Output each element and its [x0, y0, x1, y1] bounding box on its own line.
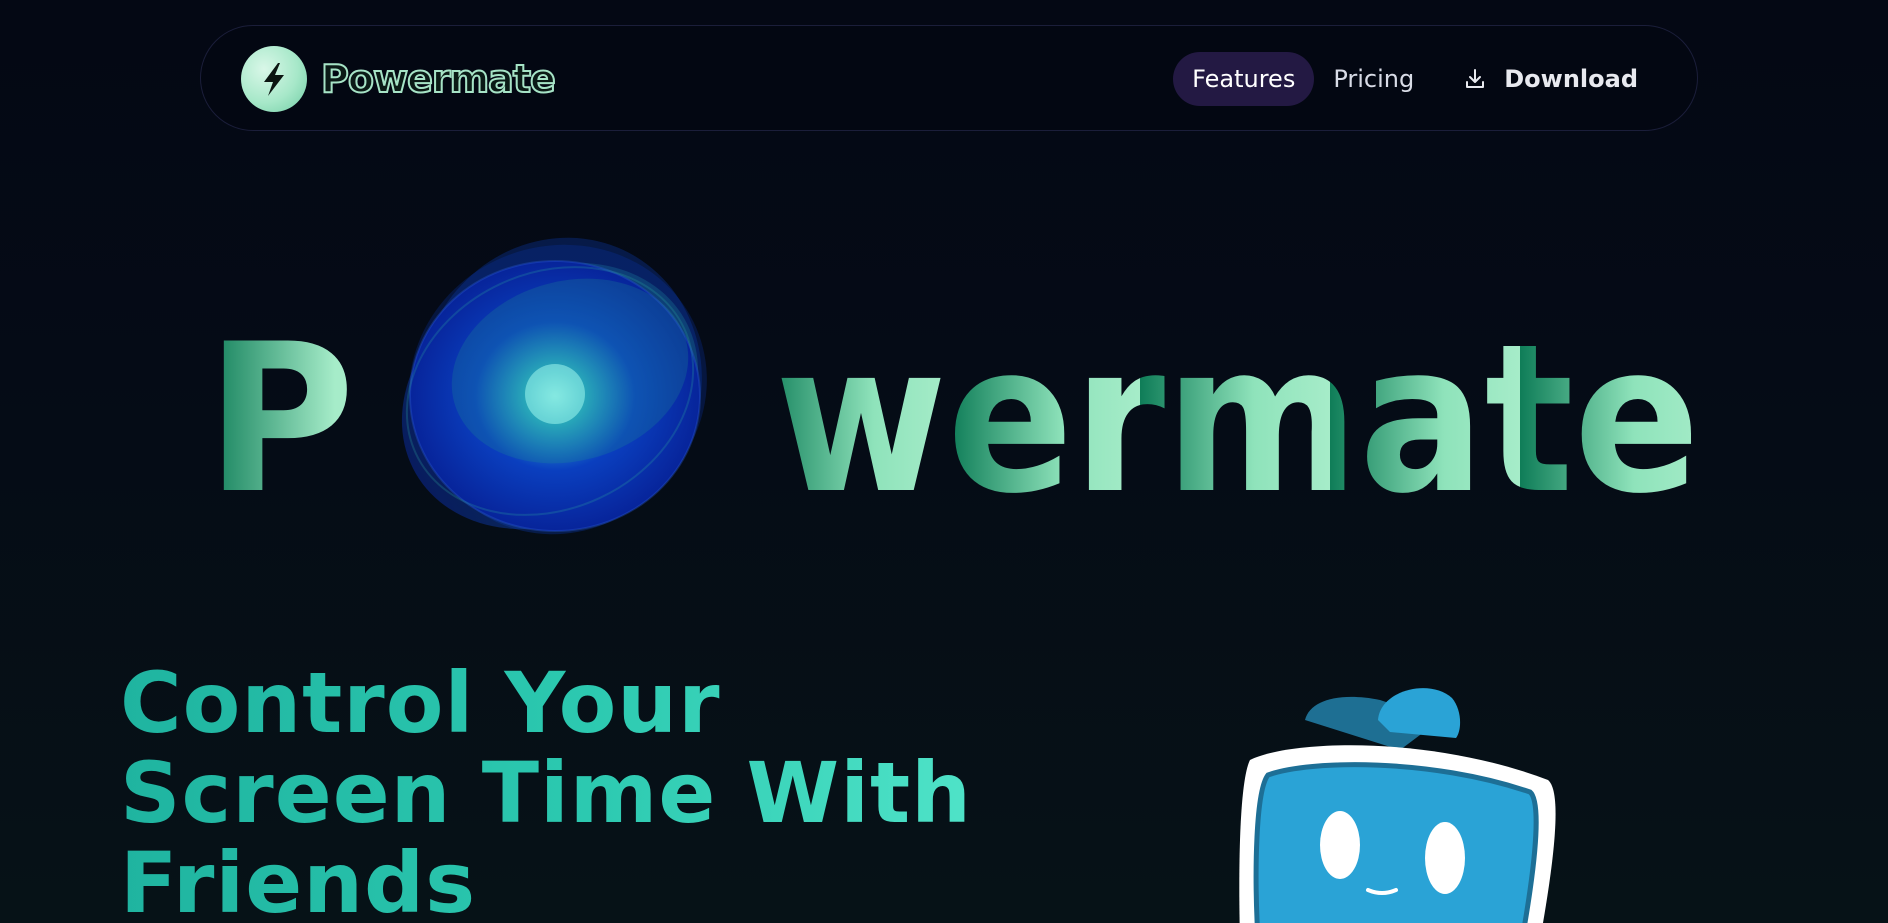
- headline-line: Screen Time With: [120, 744, 972, 842]
- headline-line: Control Your: [120, 654, 721, 752]
- headline-line: Friends: [120, 834, 477, 923]
- wordmark-suffix: wermate: [775, 301, 1700, 539]
- mascot-illustration: [1239, 688, 1556, 923]
- orb-graphic: [401, 237, 707, 535]
- page: Powermate Features Pricing Download P we…: [0, 0, 1888, 923]
- wordmark-prefix: P: [205, 301, 355, 539]
- hero-wordmark: P wermate: [205, 301, 1700, 539]
- hero-headline: Control Your Screen Time With Friends: [120, 658, 972, 923]
